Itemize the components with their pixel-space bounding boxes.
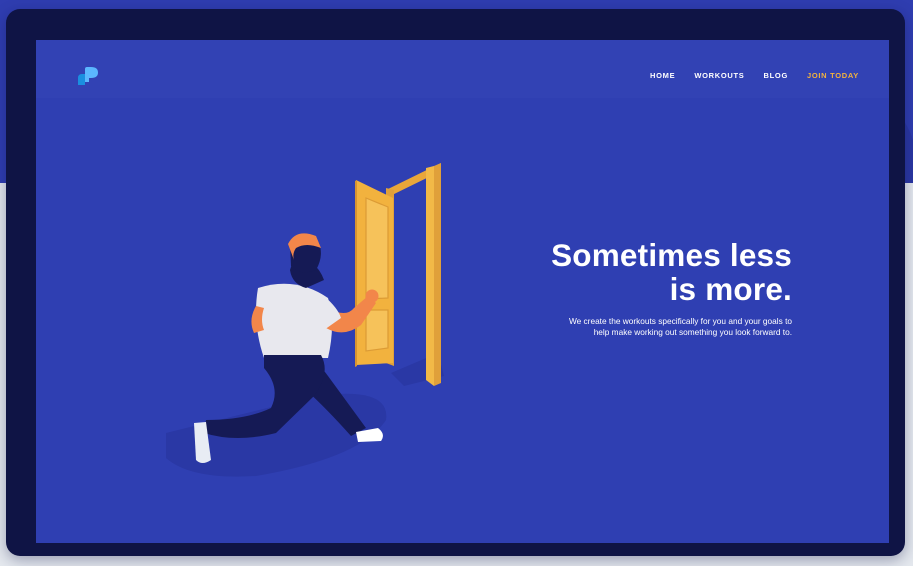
header: HOME WORKOUTS BLOG JOIN TODAY [36,40,889,98]
hero-headline-line-1: Sometimes less [551,237,792,273]
hero-headline-line-2: is more. [669,271,792,307]
hero-illustration [166,163,444,477]
hero-headline: Sometimes less is more. [452,238,792,306]
door-illustration [355,163,441,386]
main-nav: HOME WORKOUTS BLOG JOIN TODAY [650,71,859,80]
nav-link-workouts[interactable]: WORKOUTS [694,71,744,80]
brand-logo-icon[interactable] [76,65,100,87]
hero-subtext: We create the workouts specifically for … [452,316,792,337]
hero-section: Sometimes less is more. We create the wo… [452,238,792,337]
nav-link-blog[interactable]: BLOG [764,71,788,80]
website-screen: HOME WORKOUTS BLOG JOIN TODAY Sometimes … [36,40,889,543]
join-today-button[interactable]: JOIN TODAY [807,71,859,80]
hero-subtext-line-1: We create the workouts specifically for … [568,316,792,326]
hero-subtext-line-2: help make working out something you look… [593,326,792,337]
nav-link-home[interactable]: HOME [650,71,675,80]
device-frame: HOME WORKOUTS BLOG JOIN TODAY Sometimes … [6,9,905,556]
